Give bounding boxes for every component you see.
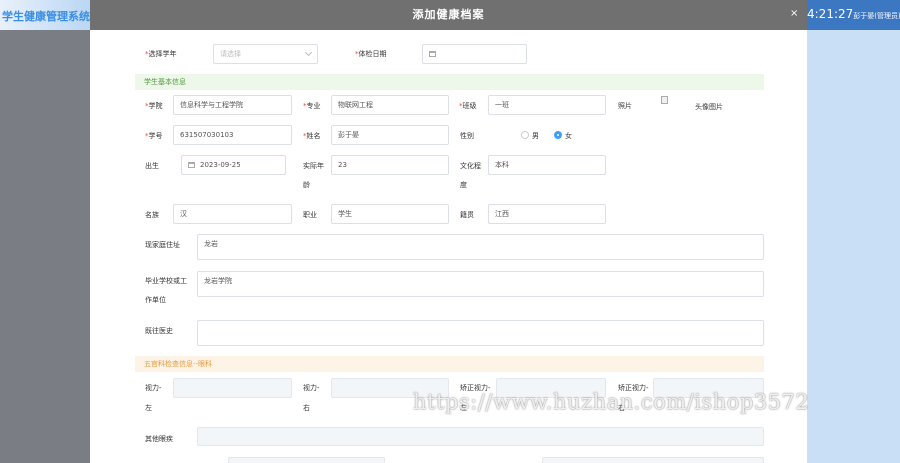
photo-label: 照片 (618, 102, 632, 110)
next-row-input-1[interactable] (228, 457, 385, 463)
id-label: *学号 (145, 132, 163, 140)
clock: 4:21:27彭于晏(管理员) (807, 7, 900, 21)
gender-female-label[interactable]: 女 (565, 131, 572, 141)
close-icon[interactable]: × (790, 8, 798, 19)
date-label: *体检日期 (355, 50, 387, 58)
major-input[interactable]: 物联网工程 (331, 95, 449, 115)
education-input[interactable]: 本科 (488, 155, 606, 175)
college-label: *学院 (145, 102, 163, 110)
education-label-line2: 度 (460, 181, 467, 189)
vision-left-label-line1: 视力- (145, 384, 162, 392)
watermark-text: https://www.huzhan.com/ishop3572 (413, 390, 810, 414)
app-topband: 4:21:27彭于晏(管理员) (807, 0, 900, 30)
job-label: 职业 (303, 211, 317, 219)
name-label: *姓名 (303, 132, 321, 140)
app-header-left: 学生健康管理系统 (0, 0, 92, 30)
vision-left-input[interactable] (173, 378, 292, 398)
address-label: 现家庭住址 (145, 241, 180, 249)
birth-label: 出生 (145, 162, 159, 170)
calendar-icon (429, 51, 436, 57)
ethnic-input[interactable]: 汉 (173, 204, 292, 224)
avatar-image-alt[interactable]: 头像图片 (695, 102, 723, 112)
major-label: *专业 (303, 102, 321, 110)
job-input[interactable]: 学生 (331, 204, 449, 224)
vision-right-label-line1: 视力- (303, 384, 320, 392)
calendar-icon (188, 162, 195, 168)
school-textarea[interactable]: 龙岩学院 (197, 271, 764, 297)
app-header-right: 4:21:27彭于晏(管理员) (807, 0, 900, 463)
other-eye-label: 其他眼疾 (145, 435, 173, 443)
section-basic-info: 学生基本信息 (135, 74, 764, 90)
class-label: *班级 (459, 102, 477, 110)
address-textarea[interactable]: 龙岩 (197, 234, 764, 260)
section-eye-exam: 五官科检查信息--眼科 (135, 356, 764, 372)
gender-male-label[interactable]: 男 (532, 131, 539, 141)
other-eye-input[interactable] (197, 427, 764, 446)
origin-input[interactable]: 江西 (488, 204, 606, 224)
age-label-line2: 龄 (303, 181, 310, 189)
school-label-line2: 作单位 (145, 296, 166, 304)
age-input[interactable]: 23 (331, 155, 449, 175)
history-textarea[interactable] (197, 320, 764, 346)
origin-label: 籍贯 (460, 211, 474, 219)
ethnic-label: 名族 (145, 211, 159, 219)
year-label: *选择学年 (145, 50, 177, 58)
next-row-input-2[interactable] (542, 457, 764, 463)
chevron-down-icon (304, 48, 313, 57)
birth-date-picker[interactable]: 2023-09-25 (181, 155, 286, 175)
vision-right-label-line2: 右 (303, 404, 310, 412)
student-id-input[interactable]: 631507030103 (173, 125, 292, 145)
current-user[interactable]: 彭于晏(管理员) (853, 12, 900, 20)
gender-female-radio[interactable] (554, 131, 562, 139)
education-label-line1: 文化程 (460, 162, 481, 170)
gender-label: 性别 (460, 132, 474, 140)
class-input[interactable]: 一班 (488, 95, 606, 115)
age-label-line1: 实际年 (303, 162, 324, 170)
gender-male-radio[interactable] (521, 131, 529, 139)
app-title: 学生健康管理系统 (2, 10, 90, 23)
school-label-line1: 毕业学校或工 (145, 277, 187, 285)
broken-image-icon (661, 96, 668, 104)
exam-date-picker[interactable] (422, 44, 527, 64)
name-input[interactable]: 彭于晏 (331, 125, 449, 145)
dialog-title: 添加健康档案 (90, 0, 807, 30)
history-label: 既往医史 (145, 327, 173, 335)
vision-left-label-line2: 左 (145, 404, 152, 412)
college-input[interactable]: 信息科学与工程学院 (173, 95, 292, 115)
year-select[interactable]: 请选择 (213, 44, 318, 64)
clock-time: 4:21:27 (807, 7, 854, 21)
